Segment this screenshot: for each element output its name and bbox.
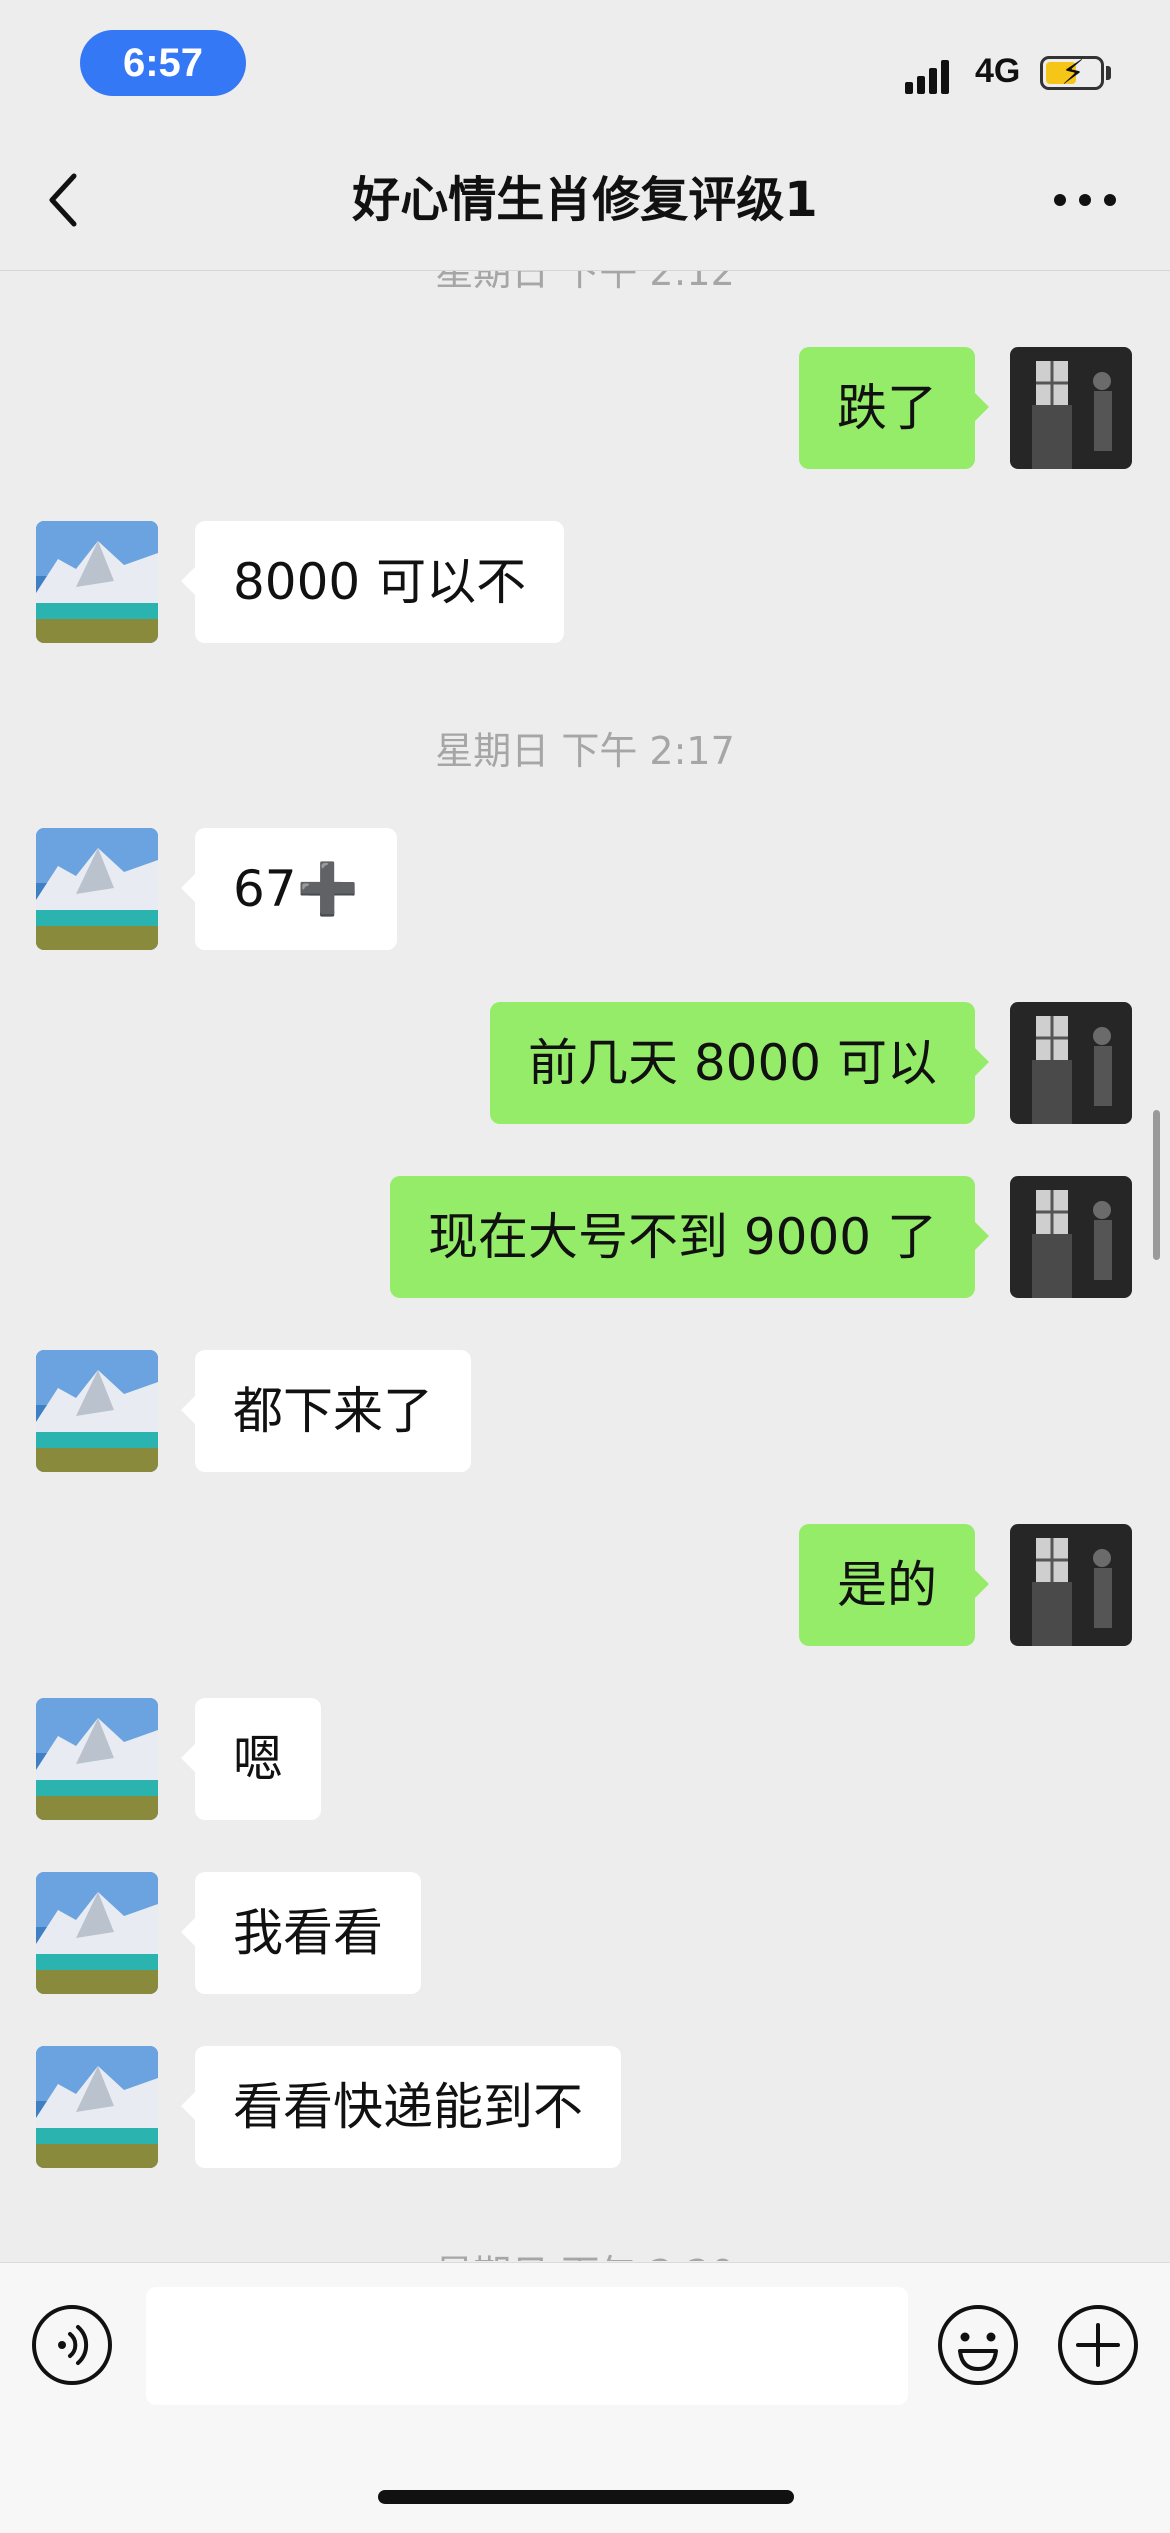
message-bubble-outgoing[interactable]: 是的	[799, 1524, 989, 1646]
message-bubble-incoming[interactable]: 8000 可以不	[180, 521, 565, 643]
contact-avatar[interactable]	[36, 1350, 158, 1472]
status-time: 6:57	[80, 30, 246, 96]
battery-tip	[1106, 66, 1111, 80]
message-bubble-incoming[interactable]: 看看快递能到不	[181, 2046, 621, 2168]
signal-icon	[905, 58, 961, 94]
more-dots-icon[interactable]	[1050, 185, 1120, 215]
my-avatar[interactable]	[1010, 1002, 1132, 1124]
contact-avatar[interactable]	[36, 1698, 158, 1820]
my-avatar[interactable]	[1010, 1524, 1132, 1646]
chat-header: 好心情生肖修复评级1	[0, 130, 1170, 271]
my-avatar[interactable]	[1010, 347, 1132, 469]
my-avatar[interactable]	[1010, 1176, 1132, 1298]
message-bubble-outgoing[interactable]: 现在大号不到 9000 了	[389, 1176, 990, 1298]
message-input[interactable]	[146, 2287, 908, 2405]
scrollbar-thumb[interactable]	[1153, 1110, 1160, 1260]
chat-title: 好心情生肖修复评级1	[352, 172, 818, 228]
timestamp: 星期日 下午 2:17	[435, 729, 735, 773]
battery-icon: ⚡	[1040, 53, 1104, 93]
timestamp: 星期日 下午 2:20	[0, 2243, 1170, 2261]
message-bubble-outgoing[interactable]: 前几天 8000 可以	[489, 1002, 990, 1124]
plus-circle-icon[interactable]	[1056, 2303, 1140, 2387]
message-bubble-incoming[interactable]: 我看看	[181, 1872, 421, 1994]
message-bubble-incoming[interactable]: 嗯	[181, 1698, 321, 1820]
chevron-left-icon[interactable]	[40, 168, 90, 232]
contact-avatar[interactable]	[36, 521, 158, 643]
network-type: 4G	[975, 52, 1021, 90]
contact-avatar[interactable]	[36, 1872, 158, 1994]
contact-avatar[interactable]	[36, 828, 158, 950]
status-bar: 6:57 4G ⚡	[0, 0, 1170, 130]
timestamp: 星期日 下午 2:12	[435, 271, 735, 294]
message-bubble-incoming[interactable]: 67➕	[181, 828, 397, 950]
message-bubble-incoming[interactable]: 都下来了	[181, 1350, 471, 1472]
contact-avatar[interactable]	[36, 2046, 158, 2168]
message-bubble-outgoing[interactable]: 跌了	[799, 347, 989, 469]
emoji-icon[interactable]	[936, 2303, 1020, 2387]
message-list[interactable]: 星期日 下午 2:12 跌了 8000 可以不 星期日 下午 2:17 67➕ …	[0, 271, 1170, 2261]
voice-icon[interactable]	[30, 2303, 114, 2387]
home-indicator	[378, 2490, 794, 2504]
